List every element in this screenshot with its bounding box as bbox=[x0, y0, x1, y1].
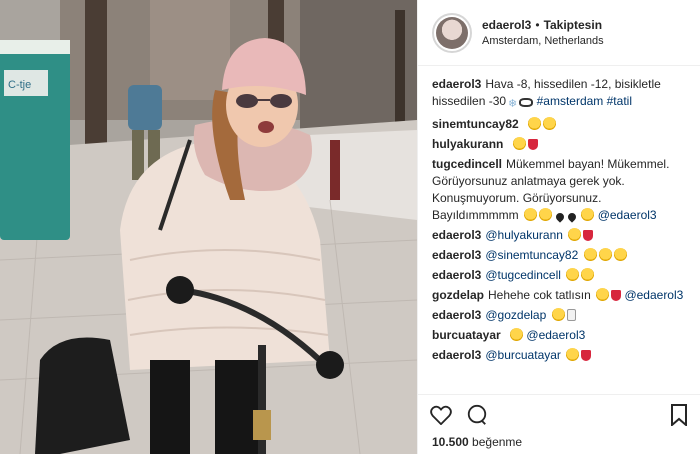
avatar[interactable] bbox=[432, 12, 472, 53]
comment-mention[interactable]: @hulyakurann bbox=[485, 228, 563, 242]
comment-mention[interactable]: @edaerol3 bbox=[526, 328, 585, 342]
comment-item: tugcedincell Mükemmel bayan! Mükemmel. Gö… bbox=[432, 156, 686, 224]
grin-icon bbox=[524, 208, 538, 221]
bookmark-icon[interactable] bbox=[670, 403, 688, 426]
post-photo[interactable]: C-tje bbox=[0, 0, 417, 454]
comment-username[interactable]: sinemtuncay82 bbox=[432, 117, 519, 131]
heart-eyes-icon bbox=[512, 137, 526, 150]
comment-item: edaerol3 @tugcedincell bbox=[432, 267, 686, 284]
comment-username[interactable]: burcuatayar bbox=[432, 328, 501, 342]
caption: edaerol3 Hava -8, hissedilen -12, bisikle… bbox=[432, 76, 686, 113]
bicycle-icon bbox=[519, 98, 534, 107]
location-link[interactable]: Amsterdam, Netherlands bbox=[482, 33, 604, 49]
comment-item: edaerol3 @burcuatayar bbox=[432, 347, 686, 364]
header-separator: • bbox=[535, 17, 540, 32]
ok-hand-icon bbox=[543, 117, 557, 130]
smiley-icon bbox=[583, 248, 597, 261]
crying-face-icon bbox=[539, 208, 553, 221]
comment-username[interactable]: tugcedincell bbox=[432, 157, 502, 171]
header-text: edaerol3 • Takiptesin Amsterdam, Netherlan… bbox=[482, 17, 604, 49]
booth-sign-text: C-tje bbox=[8, 79, 31, 91]
photo-illustration: C-tje bbox=[0, 0, 417, 454]
comment-item: sinemtuncay82 bbox=[432, 116, 686, 133]
comment-username[interactable]: edaerol3 bbox=[432, 348, 481, 362]
comment-item: hulyakurann bbox=[432, 136, 686, 153]
phone-icon bbox=[566, 309, 576, 321]
snowflake-icon: ❄ bbox=[508, 98, 518, 110]
crying-face-icon bbox=[613, 248, 627, 261]
comment-mention[interactable]: @gozdelap bbox=[485, 308, 546, 322]
wink-icon bbox=[581, 208, 595, 221]
post-side-panel: edaerol3 • Takiptesin Amsterdam, Netherlan… bbox=[417, 0, 700, 454]
comment-username[interactable]: gozdelap bbox=[432, 288, 484, 302]
see-no-evil-icon bbox=[566, 268, 580, 281]
black-heart-icon bbox=[566, 211, 578, 223]
crying-face-icon bbox=[528, 117, 542, 130]
yellow-heart-icon bbox=[510, 328, 524, 341]
comment-mention[interactable]: @tugcedincell bbox=[485, 268, 561, 282]
comment-item: gozdelap Hehehe cok tatlısın @edaerol3 bbox=[432, 287, 686, 304]
red-heart-icon bbox=[583, 230, 594, 241]
comment-list: edaerol3 Hava -8, hissedilen -12, bisikle… bbox=[418, 66, 700, 392]
likes-count[interactable]: 10.500 beğenme bbox=[432, 434, 522, 450]
comment-username[interactable]: edaerol3 bbox=[432, 228, 481, 242]
comment-mention[interactable]: @burcuatayar bbox=[485, 348, 561, 362]
header-username[interactable]: edaerol3 bbox=[482, 18, 531, 32]
caption-username[interactable]: edaerol3 bbox=[432, 77, 481, 91]
likes-number: 10.500 bbox=[432, 435, 469, 449]
comment-item: edaerol3 @sinemtuncay82 bbox=[432, 247, 686, 264]
comment-icon[interactable] bbox=[466, 404, 488, 426]
black-heart-icon bbox=[554, 211, 566, 223]
comment-mention[interactable]: @edaerol3 bbox=[598, 208, 657, 222]
comment-mention[interactable]: @edaerol3 bbox=[624, 288, 683, 302]
caption-hashtags[interactable]: #amsterdam #tatil bbox=[537, 94, 632, 108]
comment-item: edaerol3 @hulyakurann bbox=[432, 227, 686, 244]
crying-face-icon bbox=[596, 288, 610, 301]
heart-icon bbox=[611, 290, 622, 301]
comment-username[interactable]: edaerol3 bbox=[432, 248, 481, 262]
red-heart-icon bbox=[581, 350, 592, 361]
comment-item: edaerol3 @gozdelap bbox=[432, 307, 686, 324]
wink-icon bbox=[581, 268, 595, 281]
comment-username[interactable]: edaerol3 bbox=[432, 268, 481, 282]
comment-text: Hehehe cok tatlısın bbox=[488, 288, 591, 302]
likes-label: beğenme bbox=[472, 435, 523, 449]
blush-icon bbox=[568, 228, 582, 241]
avatar-image bbox=[436, 16, 468, 49]
comment-username[interactable]: edaerol3 bbox=[432, 308, 481, 322]
action-bar bbox=[418, 394, 700, 434]
follow-state-button[interactable]: Takiptesin bbox=[544, 18, 602, 32]
comment-username[interactable]: hulyakurann bbox=[432, 137, 503, 151]
header-top-line: edaerol3 • Takiptesin bbox=[482, 17, 604, 33]
heart-icon[interactable] bbox=[430, 405, 452, 425]
comment-mention[interactable]: @sinemtuncay82 bbox=[485, 248, 578, 262]
instagram-post: C-tje edaerol3 • Takiptesin Amsterdam, N… bbox=[0, 0, 700, 454]
post-header: edaerol3 • Takiptesin Amsterdam, Netherlan… bbox=[418, 0, 700, 66]
red-heart-icon bbox=[527, 139, 538, 150]
blush-icon bbox=[566, 348, 580, 361]
crying-face-icon bbox=[598, 248, 612, 261]
comment-item: burcuatayar @edaerol3 bbox=[432, 327, 686, 344]
grin-icon bbox=[551, 308, 565, 321]
